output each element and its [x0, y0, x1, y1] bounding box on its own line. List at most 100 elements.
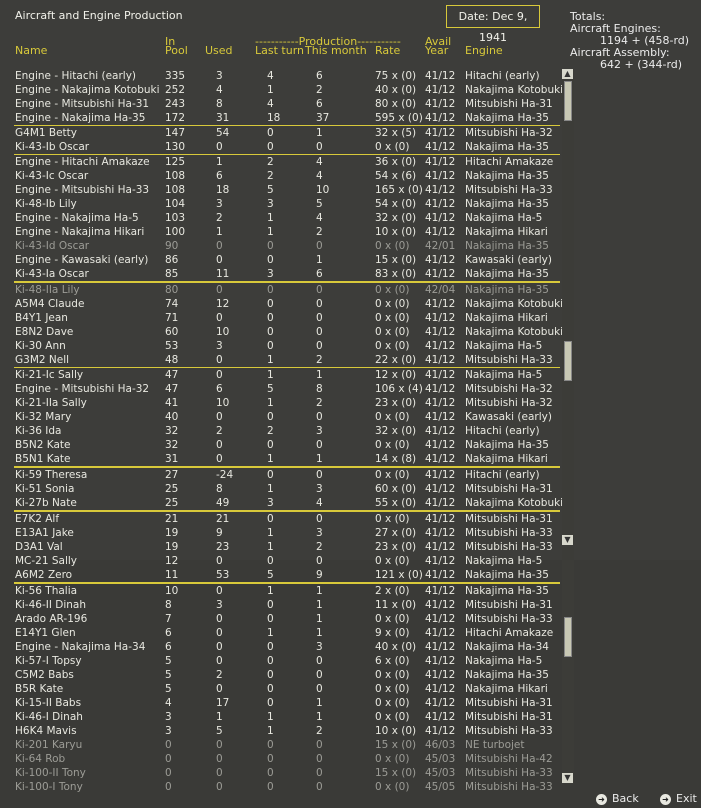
table-row[interactable]: Arado AR-196 7 0 0 1 0 x (0) 41/12 Mitsubishi H… — [14, 612, 560, 626]
table-row[interactable]: G3M2 Nell 48 0 1 2 22 x (0) 41/12 Mitsubishi Ha… — [14, 353, 560, 367]
header-this-month[interactable]: This month — [305, 45, 367, 57]
table-row[interactable]: Ki-27b Nate 25 49 3 4 55 x (0) 41/12 Nakajima K… — [14, 496, 563, 511]
scrollbar-thumb-mid[interactable] — [564, 341, 572, 381]
cell-pool: 10 — [165, 585, 179, 597]
cell-last: 1 — [267, 483, 274, 495]
table-row[interactable]: A5M4 Claude 74 12 0 0 0 x (0) 41/12 Nakajima Ko… — [14, 297, 563, 311]
back-button[interactable]: ➜ Back — [596, 792, 639, 805]
cell-month: 0 — [316, 767, 323, 779]
table-row[interactable]: C5M2 Babs 5 2 0 0 0 x (0) 41/12 Nakajima Ha-35 — [14, 668, 560, 682]
table-row[interactable]: Ki-64 Rob 0 0 0 0 0 x (0) 45/03 Mitsubishi Ha-4… — [14, 752, 560, 766]
scrollbar-thumb[interactable] — [564, 81, 572, 121]
table-row[interactable]: Ki-30 Ann 53 3 0 0 0 x (0) 41/12 Nakajima Ha-5 — [14, 339, 560, 353]
cell-name: B5N2 Kate — [15, 439, 71, 451]
table-row[interactable]: Engine - Kawasaki (early) 86 0 0 1 15 x (0) 41… — [14, 253, 560, 267]
cell-used: 0 — [216, 369, 223, 381]
table-row[interactable]: Ki-21-Ic Sally 47 0 1 1 12 x (0) 41/12 Nakajima… — [14, 367, 560, 382]
table-row[interactable]: Ki-43-Id Oscar 90 0 0 0 0 x (0) 42/01 Nakajima … — [14, 239, 560, 253]
table-row[interactable]: Ki-15-II Babs 4 17 0 1 0 x (0) 41/12 Mitsubishi… — [14, 696, 560, 710]
cell-month: 0 — [316, 555, 323, 567]
cell-engine: Nakajima Hikari — [465, 683, 548, 695]
header-pool[interactable]: Pool — [165, 45, 188, 57]
table-row[interactable]: Ki-21-IIa Sally 41 10 1 2 23 x (0) 41/12 Mitsub… — [14, 396, 560, 410]
cell-rate: 165 x (0) — [375, 184, 423, 196]
cell-used: 3 — [216, 599, 223, 611]
table-row[interactable]: B4Y1 Jean 71 0 0 0 0 x (0) 41/12 Nakajima Hikar… — [14, 311, 560, 325]
cell-last: 0 — [267, 326, 274, 338]
scrollbar-thumb-lower[interactable] — [564, 617, 572, 657]
table-row[interactable]: Ki-36 Ida 32 2 2 3 32 x (0) 41/12 Hitachi (earl… — [14, 424, 560, 438]
cell-last: 0 — [267, 312, 274, 324]
table-row[interactable]: Ki-32 Mary 40 0 0 0 0 x (0) 41/12 Kawasaki (ear… — [14, 410, 560, 424]
table-row[interactable]: H6K4 Mavis 3 5 1 2 10 x (0) 41/12 Mitsubishi Ha… — [14, 724, 560, 738]
arrow-down-icon-lower[interactable]: ▼ — [562, 773, 573, 783]
table-row[interactable]: Engine - Mitsubishi Ha-33 108 18 5 10 165 x (… — [14, 183, 560, 197]
cell-used: 0 — [216, 312, 223, 324]
cell-month: 1 — [316, 711, 323, 723]
cell-pool: 25 — [165, 483, 179, 495]
table-row[interactable]: Ki-56 Thalia 10 0 1 1 2 x (0) 41/12 Nakajima Ha… — [14, 583, 560, 598]
table-row[interactable]: Engine - Nakajima Ha-5 103 2 1 4 32 x (0) 41/1… — [14, 211, 560, 225]
cell-last: 0 — [267, 767, 274, 779]
table-row[interactable]: B5R Kate 5 0 0 0 0 x (0) 41/12 Nakajima Hikari — [14, 682, 560, 696]
cell-used: 0 — [216, 585, 223, 597]
header-last-turn[interactable]: Last turn — [255, 45, 304, 57]
cell-name: G4M1 Betty — [15, 127, 78, 139]
cell-year: 41/12 — [425, 312, 456, 324]
table-row[interactable]: Ki-57-I Topsy 5 0 0 0 6 x (0) 41/12 Nakajima Ha… — [14, 654, 560, 668]
cell-name: Arado AR-196 — [15, 613, 88, 625]
table-row[interactable]: Engine - Mitsubishi Ha-32 47 6 5 8 106 x (4) 4… — [14, 382, 560, 396]
table-row[interactable]: Engine - Nakajima Ha-35 172 31 18 37 595 x (0… — [14, 111, 560, 125]
table-row[interactable]: D3A1 Val 19 23 1 2 23 x (0) 41/12 Mitsubishi Ha… — [14, 540, 560, 554]
header-rate[interactable]: Rate — [375, 45, 400, 57]
table-row[interactable]: A6M2 Zero 11 53 5 9 121 x (0) 41/12 Nakajima Ha… — [14, 568, 560, 583]
table-row[interactable]: B5N2 Kate 32 0 0 0 0 x (0) 41/12 Nakajima Ha-35 — [14, 438, 560, 452]
table-row[interactable]: Ki-43-Ia Oscar 85 11 3 6 83 x (0) 41/12 Nakajim… — [14, 267, 560, 282]
table-row[interactable]: E14Y1 Glen 6 0 1 1 9 x (0) 41/12 Hitachi Amakaz… — [14, 626, 560, 640]
cell-engine: Mitsubishi Ha-33 — [465, 725, 553, 737]
arrow-down-icon[interactable]: ▼ — [562, 535, 573, 545]
table-row[interactable]: Ki-59 Theresa 27 -24 0 0 0 x (0) 41/12 Hitachi … — [14, 467, 560, 482]
header-year[interactable]: Year — [425, 45, 448, 57]
table-row[interactable]: Ki-201 Karyu 0 0 0 0 15 x (0) 46/03 NE turbojet — [14, 738, 560, 752]
table-row[interactable]: G4M1 Betty 147 54 0 1 32 x (5) 41/12 Mitsubishi… — [14, 125, 560, 140]
table-row[interactable]: Ki-43-Ib Oscar 130 0 0 0 0 x (0) 41/12 Nakajima… — [14, 140, 560, 155]
cell-year: 41/12 — [425, 326, 456, 338]
cell-month: 1 — [316, 627, 323, 639]
table-row[interactable]: Ki-51 Sonia 25 8 1 3 60 x (0) 41/12 Mitsubishi … — [14, 482, 560, 496]
table-row[interactable]: Ki-48-Ib Lily 104 3 3 5 54 x (0) 41/12 Nakajima… — [14, 197, 560, 211]
table-row[interactable]: Ki-48-IIa Lily 80 0 0 0 0 x (0) 42/04 Nakajima … — [14, 282, 560, 297]
cell-name: Ki-36 Ida — [15, 425, 62, 437]
cell-used: 9 — [216, 527, 223, 539]
cell-pool: 19 — [165, 541, 179, 553]
table-row[interactable]: Ki-46-II Dinah 8 3 0 1 11 x (0) 41/12 Mitsubish… — [14, 598, 560, 612]
table-row[interactable]: Engine - Mitsubishi Ha-31 243 8 4 6 80 x (0) 4… — [14, 97, 560, 111]
table-row[interactable]: Engine - Hitachi Amakaze 125 1 2 4 36 x (0) 41… — [14, 155, 560, 169]
header-used[interactable]: Used — [205, 45, 233, 57]
exit-label: Exit — [676, 792, 697, 805]
table-row[interactable]: MC-21 Sally 12 0 0 0 0 x (0) 41/12 Nakajima Ha-… — [14, 554, 560, 568]
table-row[interactable]: Ki-46-I Dinah 3 1 1 1 0 x (0) 41/12 Mitsubishi … — [14, 710, 560, 724]
cell-name: Ki-48-Ib Lily — [15, 198, 77, 210]
exit-button[interactable]: ➜ Exit — [660, 792, 697, 805]
header-engine[interactable]: Engine — [465, 45, 503, 57]
table-row[interactable]: Ki-43-Ic Oscar 108 6 2 4 54 x (6) 41/12 Nakajim… — [14, 169, 560, 183]
table-row[interactable]: E13A1 Jake 19 9 1 3 27 x (0) 41/12 Mitsubishi H… — [14, 526, 560, 540]
table-row[interactable]: E8N2 Dave 60 10 0 0 0 x (0) 41/12 Nakajima Koto… — [14, 325, 563, 339]
table-row[interactable]: Engine - Nakajima Ha-34 6 0 0 3 40 x (0) 41/12… — [14, 640, 560, 654]
table-row[interactable]: E7K2 Alf 21 21 0 0 0 x (0) 41/12 Mitsubishi Ha-… — [14, 511, 560, 526]
cell-rate: 23 x (0) — [375, 397, 417, 409]
table-row[interactable]: Engine - Hitachi (early) 335 3 4 6 75 x (0) 41… — [14, 69, 560, 83]
cell-name: G3M2 Nell — [15, 354, 70, 366]
arrow-up-icon[interactable]: ▲ — [562, 69, 573, 79]
table-row[interactable]: Engine - Nakajima Kotobuki 252 4 1 2 40 x (0)… — [14, 83, 563, 97]
table-row[interactable]: Ki-100-I Tony 0 0 0 0 0 x (0) 45/05 Mitsubishi … — [14, 780, 560, 794]
scrollbar-lower[interactable]: ▼ — [562, 547, 574, 784]
cell-used: 5 — [216, 725, 223, 737]
table-row[interactable]: Ki-100-II Tony 0 0 0 0 15 x (0) 45/03 Mitsubish… — [14, 766, 560, 780]
cell-pool: 0 — [165, 781, 172, 793]
header-name[interactable]: Name — [15, 45, 47, 57]
scrollbar-upper[interactable]: ▲ ▼ — [562, 69, 574, 545]
table-row[interactable]: Engine - Nakajima Hikari 100 1 1 2 10 x (0) 41… — [14, 225, 560, 239]
table-row[interactable]: B5N1 Kate 31 0 1 1 14 x (8) 41/12 Nakajima Hika… — [14, 452, 560, 467]
